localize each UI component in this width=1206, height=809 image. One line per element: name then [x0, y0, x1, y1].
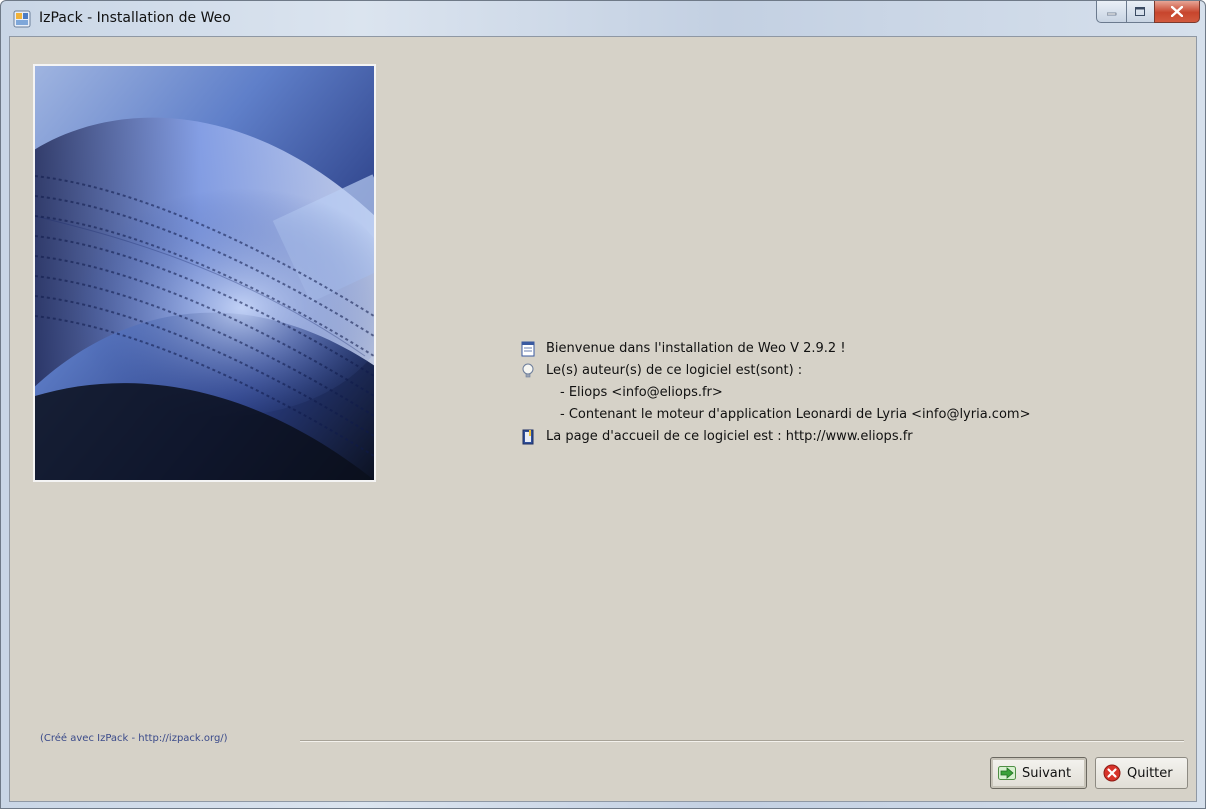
book-icon — [522, 429, 534, 445]
title-bar[interactable]: IzPack - Installation de Weo — [1, 1, 1205, 35]
authors-heading: Le(s) auteur(s) de ce logiciel est(sont)… — [546, 363, 803, 378]
document-icon — [521, 341, 535, 357]
window-title: IzPack - Installation de Weo — [39, 10, 231, 26]
binary-ribbon-image — [35, 66, 374, 480]
lightbulb-icon — [522, 363, 534, 378]
author-entry: - Eliops <info@eliops.fr> — [560, 385, 723, 400]
izpack-credit: (Créé avec IzPack - http://izpack.org/) — [40, 733, 228, 744]
footer-separator — [300, 740, 1184, 742]
homepage-text: La page d'accueil de ce logiciel est : h… — [546, 429, 913, 444]
close-icon — [1171, 6, 1183, 17]
minimize-icon — [1106, 12, 1116, 15]
side-banner-image — [33, 64, 376, 482]
cancel-icon — [1103, 764, 1121, 782]
maximize-button[interactable] — [1126, 1, 1154, 23]
installer-panel: Bienvenue dans l'installation de Weo V 2… — [9, 36, 1197, 802]
author-entry: - Contenant le moteur d'application Leon… — [560, 407, 1031, 422]
minimize-button[interactable] — [1096, 1, 1126, 23]
maximize-icon — [1135, 6, 1145, 16]
window-controls — [1096, 1, 1200, 23]
welcome-text: Bienvenue dans l'installation de Weo V 2… — [546, 341, 846, 356]
izpack-app-icon — [13, 10, 31, 28]
installer-window: IzPack - Installation de Weo Bienvenue d… — [0, 0, 1206, 809]
quit-button[interactable]: Quitter — [1095, 757, 1188, 789]
close-button[interactable] — [1154, 1, 1200, 23]
arrow-right-icon — [998, 766, 1016, 780]
next-button[interactable]: Suivant — [990, 757, 1087, 789]
quit-button-label: Quitter — [1127, 765, 1173, 781]
next-button-label: Suivant — [1022, 765, 1072, 781]
